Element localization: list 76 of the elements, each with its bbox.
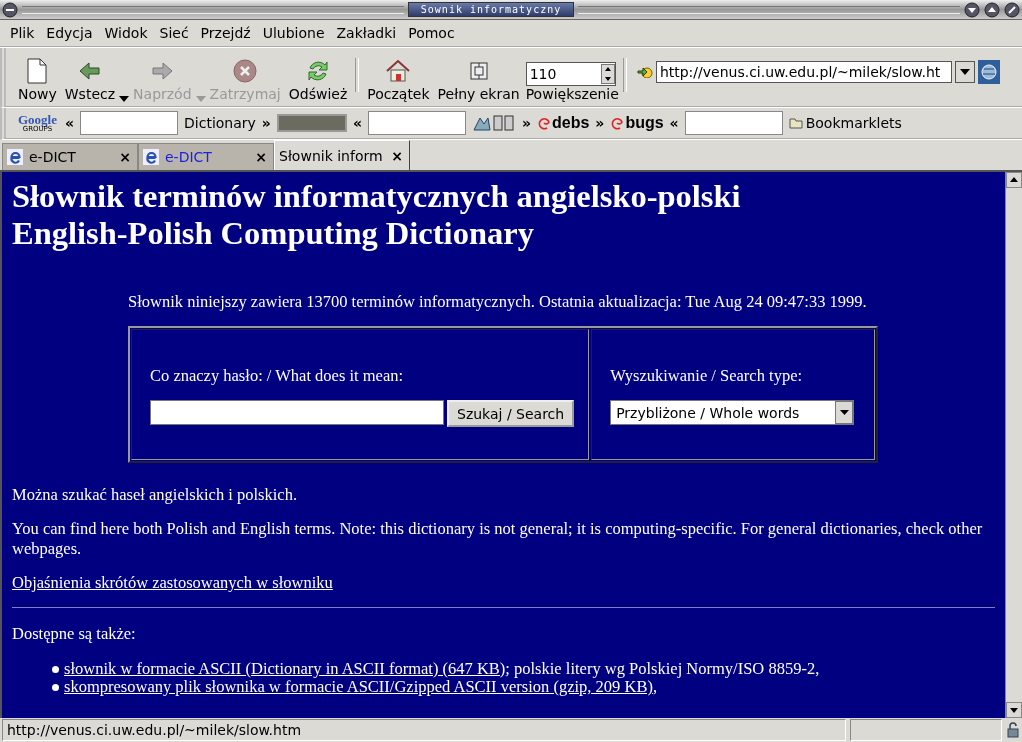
menu-item[interactable]: Ulubione: [256, 25, 331, 41]
window-title: Sownik informatyczny: [407, 2, 575, 17]
search-field[interactable]: [684, 111, 783, 135]
toolbar-button[interactable]: Pełny ekran: [433, 56, 524, 102]
swirl-icon: [537, 115, 551, 131]
close-tab-button[interactable]: ×: [119, 149, 131, 165]
scrollbar[interactable]: [1005, 172, 1022, 718]
list-item-text: słownik w formacie ASCII (Dictionary in ASCII format) (647 KB); polskie litery wg Polskiej Normy/ISO 8859-2,: [64, 660, 820, 678]
tab[interactable]: e-DICT ×: [138, 143, 274, 170]
menu-item[interactable]: Zakładki: [330, 25, 403, 41]
page-heading: Słownik terminów informatycznych angielsko-polski: [12, 178, 742, 215]
query-label: Co znaczy hasło: / What does it mean:: [150, 366, 405, 386]
abbreviations-link[interactable]: Objaśnienia skrótów zastosowanych w słowniku: [12, 573, 333, 592]
intro-text: Słownik niniejszy zawiera 13700 terminów informatycznych. Ostatnia aktualizacja: Tue Aug 24 09:47:33 1999.: [128, 292, 868, 312]
chevron[interactable]: »: [521, 115, 531, 131]
bullet-icon: [52, 683, 59, 691]
search-field[interactable]: [80, 111, 179, 135]
menu-item[interactable]: Edycja: [40, 25, 99, 41]
tab[interactable]: Słownik inform ×: [274, 140, 410, 170]
caret-icon[interactable]: [119, 96, 130, 102]
menu-item[interactable]: Plik: [4, 25, 41, 41]
menu-item[interactable]: Widok: [98, 25, 154, 41]
search-field[interactable]: [367, 111, 466, 135]
tab[interactable]: e-DICT ×: [2, 143, 138, 170]
bookmark-link[interactable]: bugs: [610, 114, 664, 132]
bookmark-link[interactable]: Dictionary: [184, 115, 256, 131]
maximize-icon[interactable]: [984, 1, 1000, 18]
zoom-spinner[interactable]: 110: [525, 62, 616, 86]
search-type-label: Wyszukiwanie / Search type:: [610, 366, 804, 386]
query-field[interactable]: [150, 400, 444, 425]
folder-icon: [788, 117, 803, 129]
address-dropdown[interactable]: [954, 61, 975, 83]
paragraph: You can find here both Polish and English terms. Note: this dictionary is not general; it is computing-specific. For general dictionaries, check other webpages.: [12, 519, 984, 559]
emblem-icon[interactable]: [471, 114, 516, 132]
download-link[interactable]: skompresowany plik słownika w formacie ASCII/Gzipped ASCII version (gzip, 209 KB): [64, 677, 653, 696]
window-menu-icon[interactable]: [2, 1, 18, 18]
toolbar-button[interactable]: Wstecz: [60, 56, 120, 102]
toolbar-button[interactable]: Nowy: [14, 56, 61, 102]
caret-icon[interactable]: [839, 410, 849, 415]
list-item-text: skompresowany plik słownika w formacie ASCII/Gzipped ASCII version (gzip, 209 KB),: [64, 678, 657, 696]
status-text: http://venus.ci.uw.edu.pl/~milek/slow.htm: [2, 719, 846, 741]
bookmark-folder[interactable]: Bookmarklets: [788, 115, 902, 131]
download-link[interactable]: słownik w formacie ASCII (Dictionary in ASCII format) (647 KB): [64, 659, 506, 678]
scroll-down-icon[interactable]: [1006, 702, 1022, 718]
chevron[interactable]: »: [595, 115, 605, 131]
section-label: Dostępne są także:: [12, 624, 137, 644]
bullet-icon: [52, 665, 59, 673]
toolbar-button[interactable]: Początek: [363, 56, 434, 102]
paragraph: Można szukać haseł angielskich i polskich.: [12, 485, 298, 505]
chevron[interactable]: «: [352, 115, 362, 131]
minimize-icon[interactable]: [964, 1, 980, 18]
page-heading: English-Polish Computing Dictionary: [12, 215, 535, 252]
menu-item[interactable]: Sieć: [153, 25, 195, 41]
close-icon[interactable]: [1004, 1, 1020, 18]
toolbar-button[interactable]: Odśwież: [284, 56, 352, 102]
menu-item[interactable]: Pomoc: [402, 25, 461, 41]
search-type-select[interactable]: Przybliżone / Whole words: [610, 400, 855, 425]
search-button[interactable]: Szukaj / Search: [447, 400, 575, 427]
go-arrow-icon[interactable]: [636, 66, 653, 78]
close-tab-button[interactable]: ×: [255, 149, 267, 165]
caret-icon: [959, 69, 970, 75]
globe-icon[interactable]: [977, 60, 1000, 84]
chevron[interactable]: «: [65, 115, 75, 131]
spinner-arrows-icon[interactable]: [600, 64, 615, 84]
chevron[interactable]: »: [261, 115, 271, 131]
address-field[interactable]: http://venus.ci.uw.edu.pl/~milek/slow.ht: [655, 61, 952, 83]
zoom-label: Powiększenie: [525, 86, 619, 102]
title-bar-stripes[interactable]: [578, 5, 960, 14]
title-bar-stripes[interactable]: [22, 5, 404, 14]
swirl-icon: [610, 115, 625, 131]
chevron[interactable]: «: [669, 115, 679, 131]
bookmark-link[interactable]: debs: [537, 114, 590, 132]
menu-item[interactable]: Przejdź: [194, 25, 257, 41]
close-tab-button[interactable]: ×: [391, 147, 403, 164]
padlock-icon: [1006, 722, 1020, 738]
scroll-up-icon[interactable]: [1006, 172, 1022, 188]
